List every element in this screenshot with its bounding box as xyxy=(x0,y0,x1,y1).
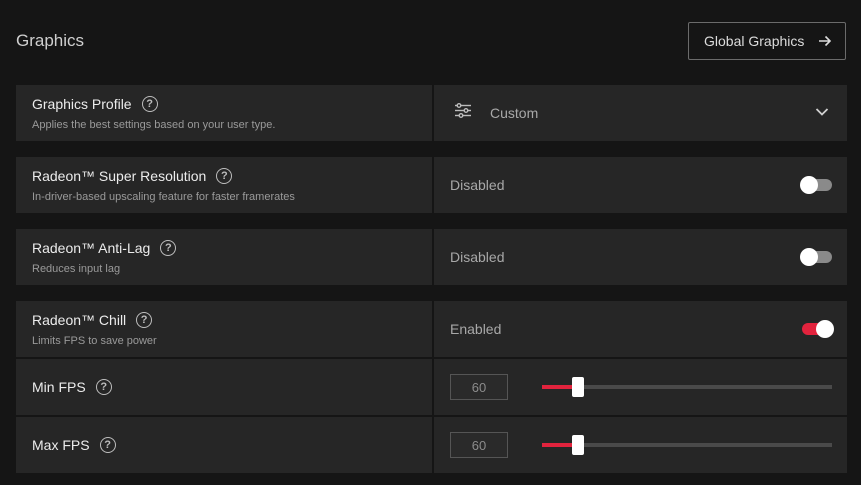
max-fps-control: 60 xyxy=(432,417,847,473)
anti-lag-row: Radeon™ Anti-Lag ? Reduces input lag Dis… xyxy=(16,229,847,285)
rsr-toggle[interactable] xyxy=(800,176,832,194)
help-circle-icon[interactable]: ? xyxy=(216,168,233,184)
graphics-profile-label: Graphics Profile xyxy=(32,96,132,112)
rsr-description: In-driver-based upscaling feature for fa… xyxy=(32,191,295,203)
help-circle-icon[interactable]: ? xyxy=(136,312,153,328)
rsr-info: Radeon™ Super Resolution ? In-driver-bas… xyxy=(16,157,432,213)
min-fps-label: Min FPS xyxy=(32,379,86,395)
rsr-control: Disabled xyxy=(432,157,847,213)
anti-lag-label: Radeon™ Anti-Lag xyxy=(32,240,151,256)
rsr-state: Disabled xyxy=(450,177,505,193)
chevron-down-icon[interactable] xyxy=(815,104,829,122)
min-fps-slider[interactable] xyxy=(542,377,832,397)
min-fps-info: Min FPS ? xyxy=(16,359,432,415)
chill-label: Radeon™ Chill xyxy=(32,312,127,328)
graphics-profile-dropdown[interactable]: Custom xyxy=(432,85,847,141)
help-circle-icon[interactable]: ? xyxy=(141,96,158,112)
anti-lag-toggle[interactable] xyxy=(800,248,832,266)
max-fps-input[interactable]: 60 xyxy=(450,432,508,458)
graphics-profile-value: Custom xyxy=(490,105,539,121)
toggle-knob xyxy=(800,176,818,194)
rsr-row: Radeon™ Super Resolution ? In-driver-bas… xyxy=(16,157,847,213)
min-fps-control: 60 xyxy=(432,359,847,415)
toggle-knob xyxy=(816,320,834,338)
max-fps-row: Max FPS ? 60 xyxy=(16,417,847,473)
graphics-profile-row: Graphics Profile ? Applies the best sett… xyxy=(16,85,847,141)
anti-lag-description: Reduces input lag xyxy=(32,263,121,275)
rsr-label: Radeon™ Super Resolution xyxy=(32,168,207,184)
min-fps-row: Min FPS ? 60 xyxy=(16,359,847,415)
min-fps-input[interactable]: 60 xyxy=(450,374,508,400)
page-title: Graphics xyxy=(16,31,85,50)
anti-lag-info: Radeon™ Anti-Lag ? Reduces input lag xyxy=(16,229,432,285)
chill-toggle[interactable] xyxy=(802,320,834,338)
chill-control: Enabled xyxy=(432,301,847,357)
graphics-page: Graphics Global Graphics Graphics Profil… xyxy=(0,0,861,485)
chill-state: Enabled xyxy=(450,321,502,337)
graphics-profile-info: Graphics Profile ? Applies the best sett… xyxy=(16,85,432,141)
max-fps-info: Max FPS ? xyxy=(16,417,432,473)
global-graphics-label: Global Graphics xyxy=(704,33,805,49)
global-graphics-button[interactable]: Global Graphics xyxy=(688,22,846,60)
max-fps-slider[interactable] xyxy=(542,435,832,455)
anti-lag-control: Disabled xyxy=(432,229,847,285)
anti-lag-state: Disabled xyxy=(450,249,505,265)
arrow-right-icon xyxy=(817,33,833,49)
profile-sliders-icon xyxy=(454,103,472,124)
chill-info: Radeon™ Chill ? Limits FPS to save power xyxy=(16,301,432,357)
slider-thumb[interactable] xyxy=(572,377,585,397)
help-circle-icon[interactable]: ? xyxy=(99,437,116,453)
chill-description: Limits FPS to save power xyxy=(32,335,157,347)
slider-thumb[interactable] xyxy=(572,435,585,455)
toggle-knob xyxy=(800,248,818,266)
help-circle-icon[interactable]: ? xyxy=(95,379,112,395)
max-fps-label: Max FPS xyxy=(32,437,90,453)
chill-row: Radeon™ Chill ? Limits FPS to save power… xyxy=(16,301,847,357)
graphics-profile-description: Applies the best settings based on your … xyxy=(32,119,276,131)
help-circle-icon[interactable]: ? xyxy=(160,240,177,256)
